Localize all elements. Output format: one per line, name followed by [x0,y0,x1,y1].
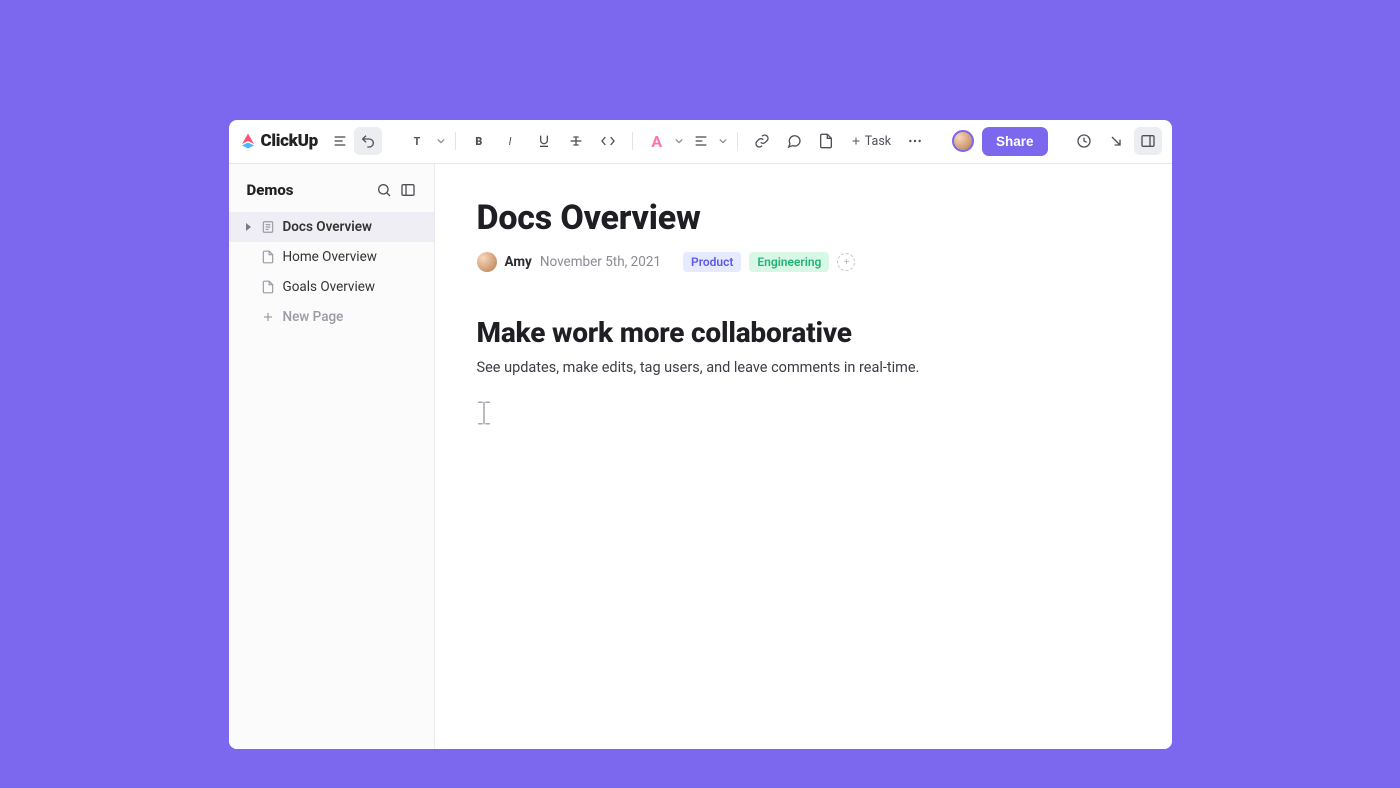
strikethrough-button[interactable] [562,127,590,155]
text-cursor-icon [475,400,493,426]
body: Demos Docs Overview Home Overview [229,164,1172,749]
page-icon [261,220,275,234]
sidebar-item-label: Docs Overview [283,219,422,235]
italic-button[interactable]: I [498,127,526,155]
sidebar-title: Demos [247,181,294,199]
sidebar-new-page[interactable]: New Page [229,302,434,332]
toolbar-separator [632,132,633,150]
app-window: ClickUp T B I A [229,120,1172,749]
tag-engineering[interactable]: Engineering [749,252,829,272]
add-task-button[interactable]: Task [844,130,897,153]
chevron-down-icon [675,137,683,145]
svg-text:I: I [508,135,511,148]
clickup-logo-icon [239,132,257,150]
search-icon[interactable] [372,178,396,202]
user-avatar[interactable] [952,130,974,152]
tag-product[interactable]: Product [683,252,741,272]
caret-right-icon [243,222,253,232]
sidebar: Demos Docs Overview Home Overview [229,164,435,749]
align-button[interactable] [687,127,715,155]
more-button[interactable] [901,127,929,155]
code-button[interactable] [594,127,622,155]
link-button[interactable] [748,127,776,155]
attachment-button[interactable] [812,127,840,155]
topbar: ClickUp T B I A [229,120,1172,164]
download-icon[interactable] [1102,127,1130,155]
toolbar-separator [737,132,738,150]
bold-button[interactable]: B [466,127,494,155]
history-icon[interactable] [1070,127,1098,155]
author-avatar[interactable] [477,252,497,272]
svg-text:T: T [413,135,420,148]
plus-icon [261,310,275,324]
new-page-label: New Page [283,309,422,325]
undo-button[interactable] [354,127,382,155]
sidebar-item-goals-overview[interactable]: Goals Overview [229,272,434,302]
sidebar-item-docs-overview[interactable]: Docs Overview [229,212,434,242]
toolbar-right: Share [952,127,1162,156]
document-icon [261,280,275,294]
chevron-down-icon [437,137,445,145]
document-date: November 5th, 2021 [540,254,661,270]
underline-button[interactable] [530,127,558,155]
panel-toggle-icon[interactable] [1134,127,1162,155]
document-meta: Amy November 5th, 2021 Product Engineeri… [477,252,1130,272]
task-button-label: Task [865,134,891,149]
sidebar-item-label: Goals Overview [283,279,422,295]
comment-button-toolbar[interactable] [780,127,808,155]
document-paragraph[interactable]: See updates, make edits, tag users, and … [477,359,1130,376]
sidebar-item-label: Home Overview [283,249,422,265]
plus-icon [842,257,851,266]
share-button[interactable]: Share [982,127,1048,156]
document-icon [261,250,275,264]
svg-text:B: B [475,135,482,148]
text-color-button[interactable]: A [643,127,671,155]
document-heading[interactable]: Make work more collaborative [477,316,1130,349]
document-area[interactable]: Docs Overview Amy November 5th, 2021 Pro… [435,164,1172,749]
brand-logo[interactable]: ClickUp [239,131,318,151]
add-tag-button[interactable] [837,253,855,271]
sidebar-item-home-overview[interactable]: Home Overview [229,242,434,272]
sidebar-header: Demos [229,164,434,212]
document-title[interactable]: Docs Overview [477,198,1130,238]
text-style-dropdown[interactable]: T [405,127,433,155]
formatting-toolbar: T B I A Task [405,127,929,155]
author-name: Amy [505,254,532,270]
menu-icon[interactable] [326,127,354,155]
toolbar-separator [455,132,456,150]
sidebar-panel-icon[interactable] [396,178,420,202]
chevron-down-icon [719,137,727,145]
brand-name: ClickUp [261,131,318,151]
